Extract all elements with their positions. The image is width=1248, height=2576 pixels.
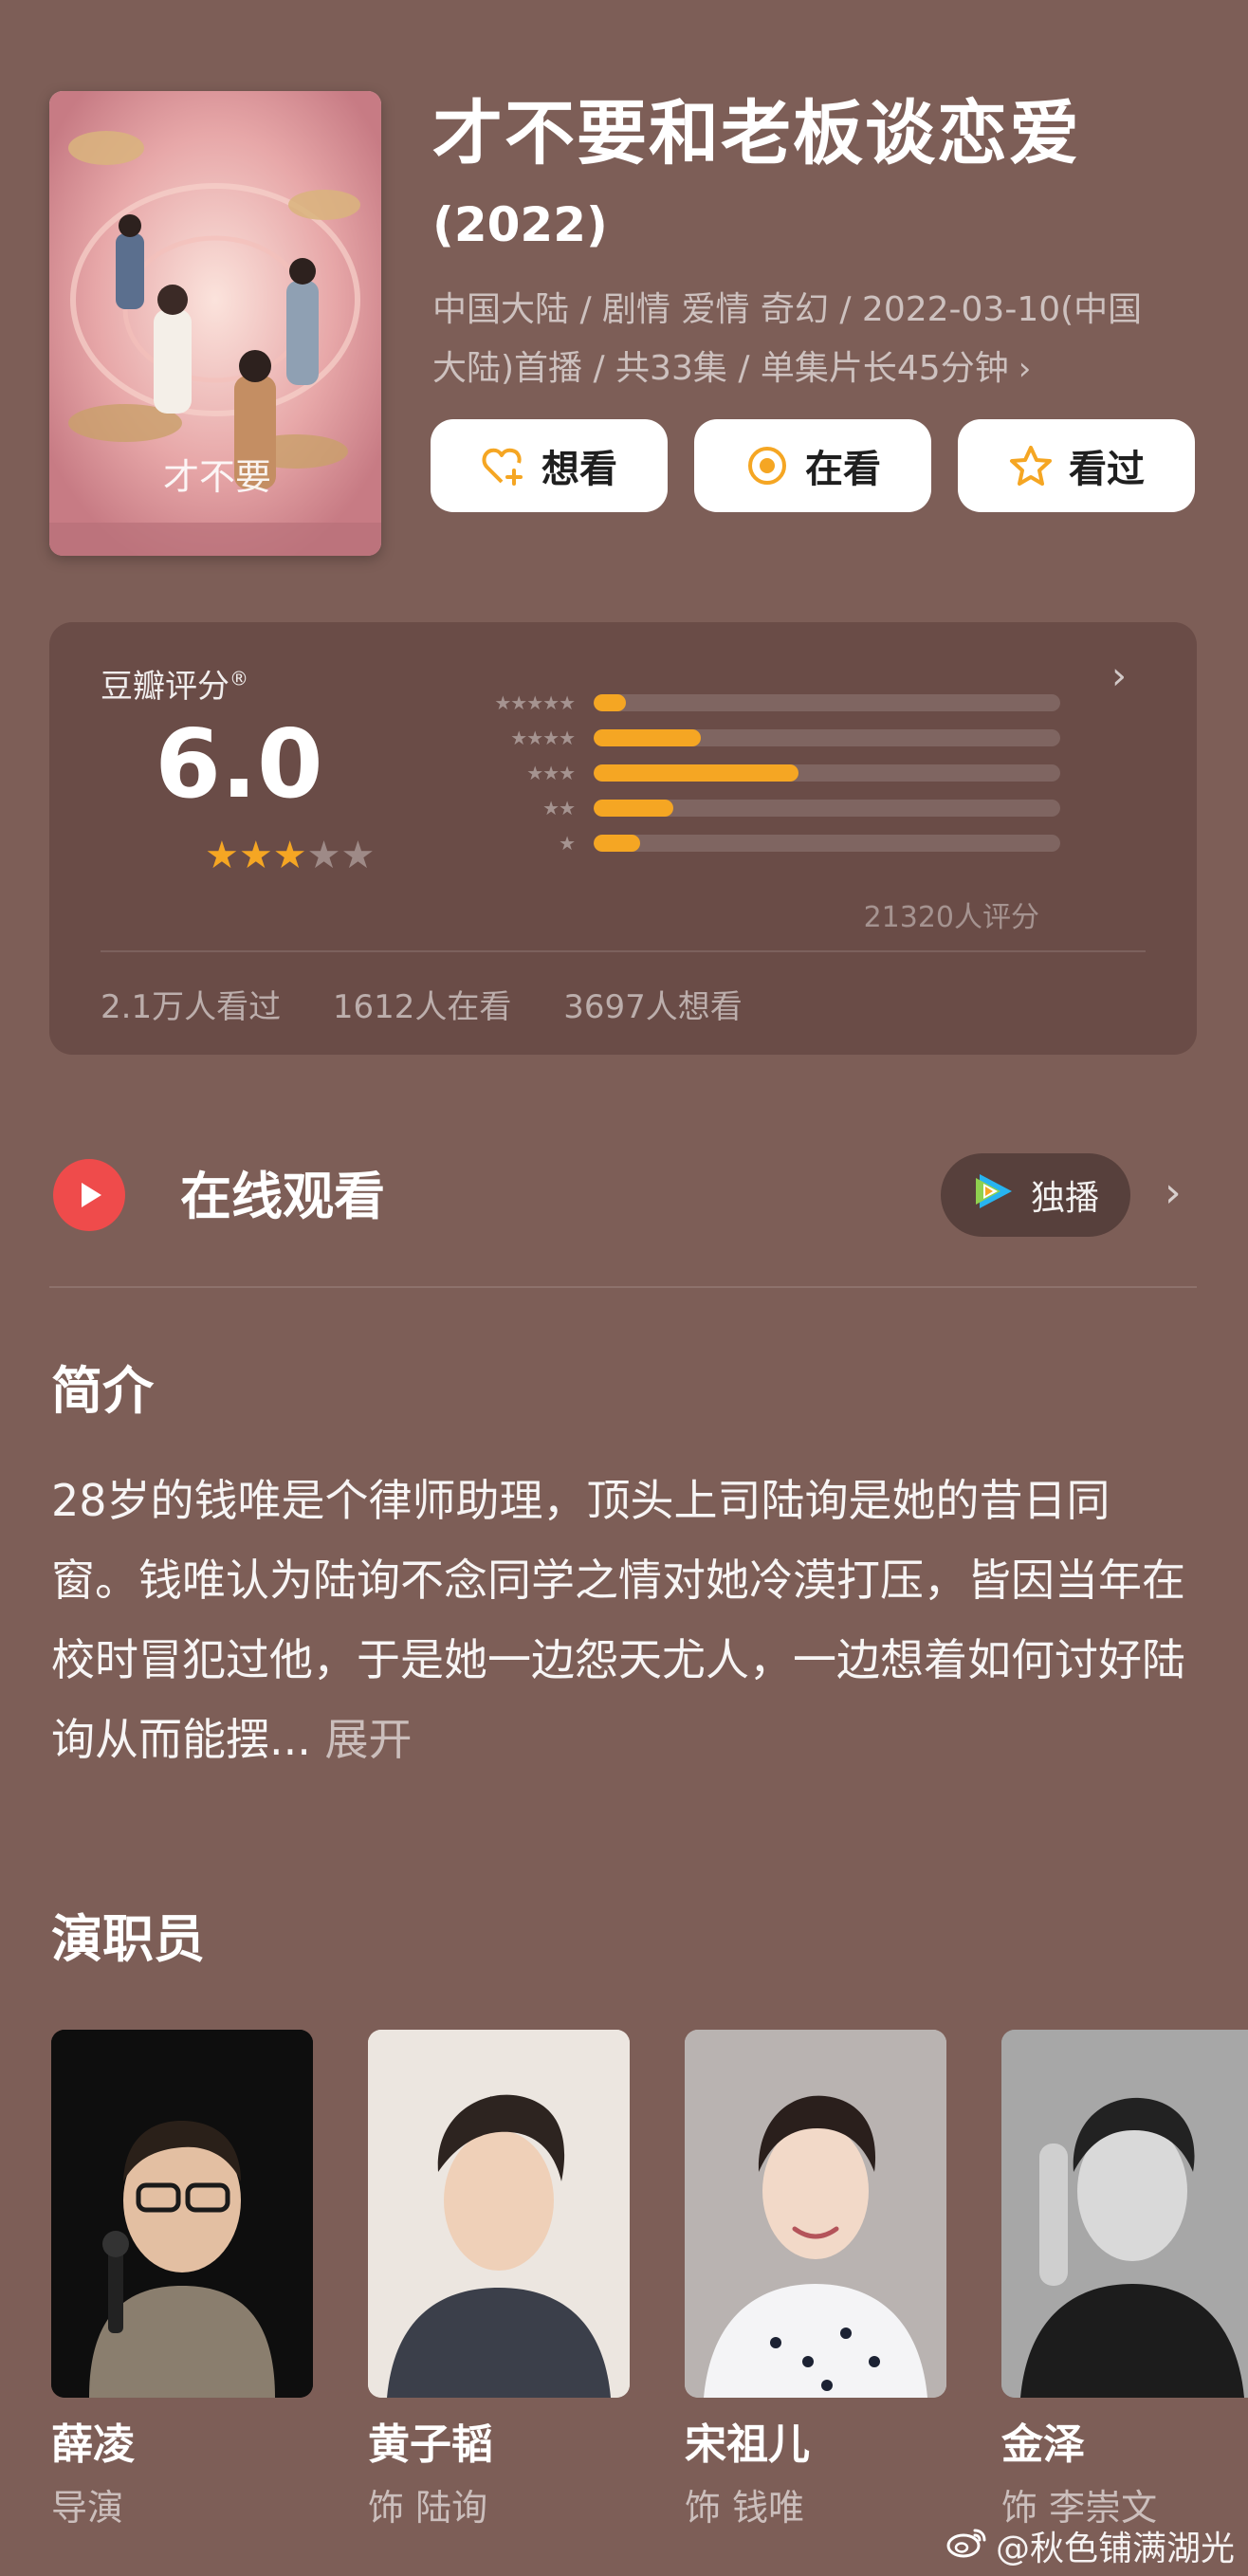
play-icon[interactable]	[53, 1159, 125, 1231]
cast-card[interactable]: 黄子韬 饰 陆询	[368, 2030, 630, 2530]
distribution-bar-track	[594, 835, 1060, 852]
rating-source-label: 豆瓣评分®	[101, 660, 248, 707]
cast-name: 黄子韬	[368, 2420, 493, 2469]
distribution-stars-label: ★★★	[526, 762, 576, 784]
star-filled-icon: ★	[272, 834, 307, 877]
distribution-stars-label: ★★★★	[510, 727, 576, 749]
rating-distribution-row: ★★★★★	[442, 692, 1060, 713]
cast-name: 薛凌	[51, 2420, 135, 2469]
chevron-right-icon[interactable]: ›	[1165, 1168, 1182, 1217]
cast-title: 演职员	[51, 1909, 205, 1969]
distribution-stars-label: ★★	[542, 797, 576, 819]
cast-photo	[685, 2030, 946, 2398]
synopsis-text: 28岁的钱唯是个律师助理，顶头上司陆询是她的昔日同窗。钱唯认为陆询不念同学之情对…	[51, 1461, 1189, 1779]
heart-plus-icon	[481, 443, 526, 488]
tencent-video-icon	[972, 1168, 1018, 1223]
platform-label: 独播	[1030, 1179, 1099, 1218]
stat-want: 3697人想看	[563, 988, 743, 1026]
watching-button[interactable]: 在看	[694, 419, 931, 512]
rating-score: 6.0	[155, 708, 323, 819]
expand-link[interactable]: 展开	[325, 1714, 413, 1765]
want-to-watch-label: 想看	[541, 448, 617, 491]
weibo-icon	[946, 2525, 988, 2567]
rating-stars: ★★★★★	[205, 837, 375, 874]
star-filled-icon: ★	[205, 834, 239, 877]
distribution-bar-fill	[594, 694, 627, 711]
cast-photo	[368, 2030, 630, 2398]
synopsis-title: 简介	[51, 1361, 154, 1421]
registered-mark: ®	[229, 667, 248, 690]
cast-card[interactable]: 金泽 饰 李崇文	[1001, 2030, 1248, 2530]
stat-watching: 1612人在看	[332, 988, 512, 1026]
page-title: 才不要和老板谈恋爱	[432, 93, 1081, 175]
star-outline-icon	[1008, 443, 1054, 488]
target-icon	[744, 443, 790, 488]
synopsis-body: 28岁的钱唯是个律师助理，顶头上司陆询是她的昔日同窗。钱唯认为陆询不念同学之情对…	[51, 1475, 1185, 1765]
rating-distribution-row: ★★	[442, 798, 1060, 819]
rating-count: 21320人评分	[863, 901, 1039, 934]
divider	[49, 1286, 1197, 1288]
rating-card[interactable]: 豆瓣评分® › 6.0 ★★★★★ ★★★★★ ★★★★ ★★★ ★★ ★ 21320人…	[49, 622, 1197, 1055]
watermark-text: @秋色铺满湖光	[995, 2530, 1235, 2568]
distribution-bar-track	[594, 694, 1060, 711]
meta-line-1: 中国大陆 / 剧情 爱情 奇幻 / 2022-03-10(中国	[432, 290, 1143, 329]
cast-role: 导演	[51, 2486, 124, 2529]
star-empty-icon: ★	[306, 834, 341, 877]
divider	[101, 950, 1146, 952]
cast-role: 饰 陆询	[368, 2486, 488, 2529]
cast-name: 金泽	[1001, 2420, 1085, 2469]
rating-source-text: 豆瓣评分	[101, 668, 229, 706]
star-filled-icon: ★	[238, 834, 273, 877]
poster-artwork: 才不要	[49, 91, 381, 556]
distribution-bar-fill	[594, 835, 641, 852]
release-year: (2022)	[432, 197, 608, 252]
show-meta[interactable]: 中国大陆 / 剧情 爱情 奇幻 / 2022-03-10(中国 大陆)首播 / …	[432, 281, 1191, 398]
star-empty-icon: ★	[340, 834, 376, 877]
distribution-stars-label: ★	[559, 832, 576, 855]
meta-line-2: 大陆)首播 / 共33集 / 单集片长45分钟 ›	[432, 340, 1191, 398]
rating-distribution-row: ★★★	[442, 763, 1060, 783]
rating-distribution-row: ★	[442, 833, 1060, 854]
rating-distribution-row: ★★★★	[442, 727, 1060, 748]
meta-line-2-text: 大陆)首播 / 共33集 / 单集片长45分钟	[432, 349, 1009, 388]
poster-image[interactable]: 才不要	[49, 91, 381, 556]
stat-watched: 2.1万人看过	[101, 988, 282, 1026]
cast-photo	[1001, 2030, 1248, 2398]
audience-stats: 2.1万人看过 1612人在看 3697人想看	[101, 981, 784, 1027]
cast-role: 饰 钱唯	[685, 2486, 805, 2529]
distribution-bar-fill	[594, 800, 673, 817]
watching-label: 在看	[805, 448, 881, 491]
cast-card[interactable]: 薛凌 导演	[51, 2030, 313, 2530]
distribution-bar-track	[594, 729, 1060, 746]
watch-online-title[interactable]: 在线观看	[180, 1161, 385, 1233]
distribution-bar-fill	[594, 729, 702, 746]
distribution-stars-label: ★★★★★	[494, 691, 576, 714]
chevron-right-icon[interactable]: ›	[1111, 654, 1127, 698]
platform-badge[interactable]: 独播	[941, 1153, 1130, 1237]
watched-label: 看过	[1069, 448, 1145, 491]
distribution-bar-track	[594, 800, 1060, 817]
cast-card[interactable]: 宋祖儿 饰 钱唯	[685, 2030, 946, 2530]
watched-button[interactable]: 看过	[958, 419, 1195, 512]
cast-name: 宋祖儿	[685, 2420, 810, 2469]
watermark: @秋色铺满湖光	[946, 2521, 1235, 2570]
cast-photo	[51, 2030, 313, 2398]
svg-text:才不要: 才不要	[163, 456, 271, 498]
want-to-watch-button[interactable]: 想看	[431, 419, 668, 512]
chevron-right-icon: ›	[1018, 350, 1032, 388]
distribution-bar-track	[594, 764, 1060, 782]
distribution-bar-fill	[594, 764, 799, 782]
